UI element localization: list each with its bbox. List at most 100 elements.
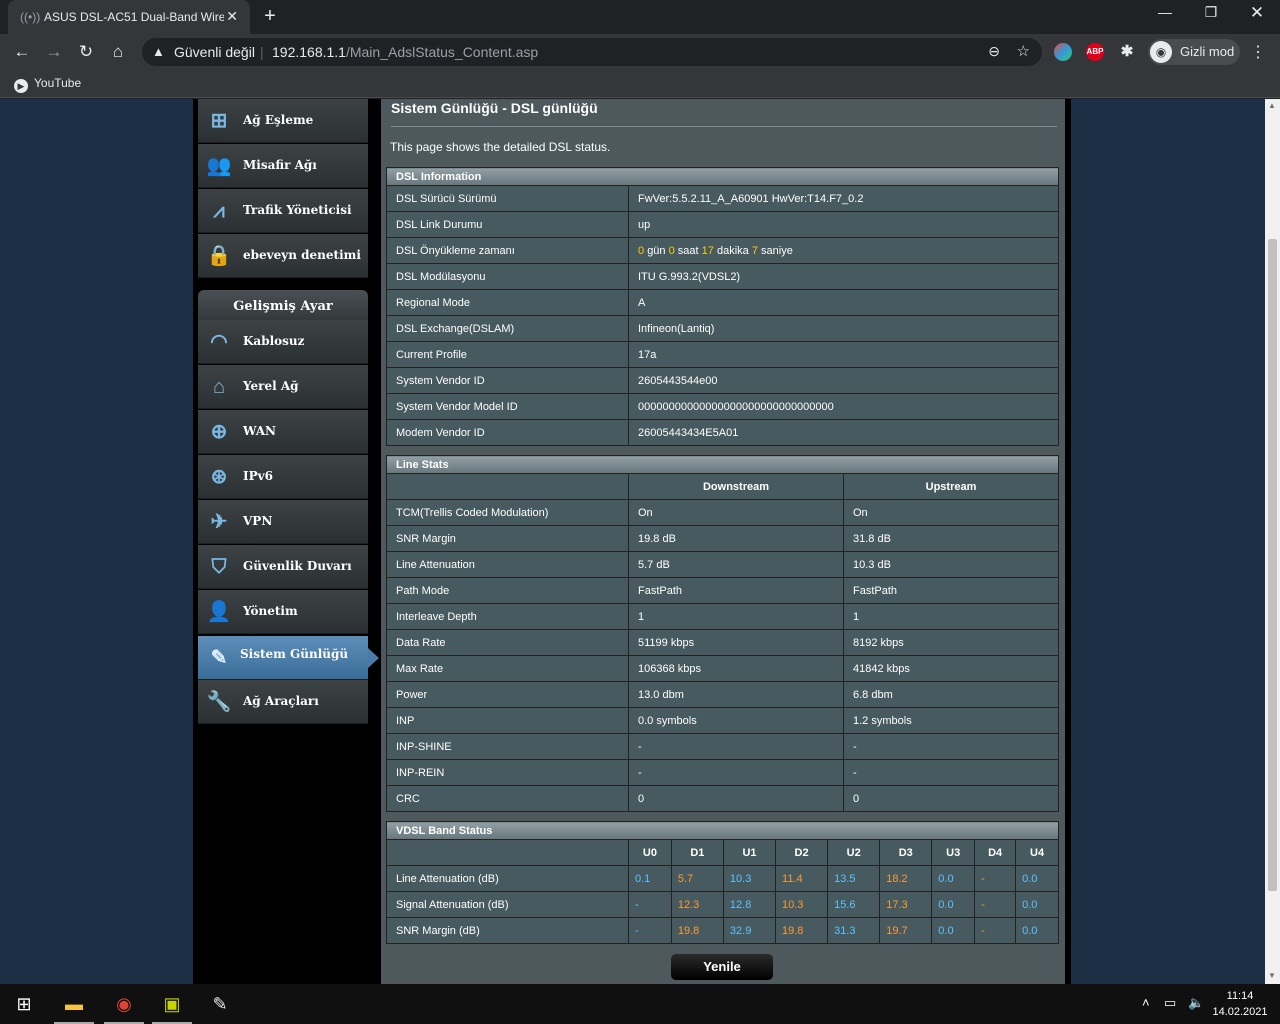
bookmark-star-icon[interactable]: ☆ [1017,42,1030,60]
sidebar-item-wan[interactable]: ⊕ WAN [198,410,368,454]
url-text[interactable]: 192.168.1.1/Main_AdslStatus_Content.asp [272,44,538,60]
ipv6-icon: ⊛ [210,466,228,488]
sidebar-item-wireless[interactable]: ◠ Kablosuz [198,320,368,364]
scroll-up-icon[interactable]: ▲ [1268,101,1276,110]
zoom-icon[interactable]: ⊖ [988,43,1000,60]
sidebar-item-system-log[interactable]: ✎ Sistem Günlüğü [198,636,379,680]
column-header: D3 [879,839,933,866]
table-row: INP 0.0 symbols 1.2 symbols [386,707,1059,734]
band-value: 18.2 [879,865,933,892]
sidebar-item-firewall[interactable]: ⛉ Güvenlik Duvarı [198,545,368,589]
dsl-info-table: DSL Information DSL Sürücü Sürümü FwVer:5… [386,167,1059,446]
sidebar-item-vpn[interactable]: ✈ VPN [198,500,368,544]
close-tab-icon[interactable]: ✕ [226,8,238,25]
downstream-value: 5.7 dB [628,551,844,578]
band-value: - [974,917,1017,944]
sidebar-item-network-tools[interactable]: 🔧 Ağ Araçları [198,680,368,724]
section-header: VDSL Band Status [386,821,1059,840]
minimize-icon[interactable]: — [1150,4,1180,20]
sidebar-item-lan[interactable]: ⌂ Yerel Ağ [198,365,368,409]
divider [391,126,1057,127]
close-window-icon[interactable]: ✕ [1242,3,1272,23]
warning-icon[interactable]: ▲ [152,44,165,59]
sidebar-item-parental-control[interactable]: 🔒 ebeveyn denetimi [198,234,368,278]
band-value: 0.1 [628,865,672,892]
band-value: 17.3 [879,891,933,918]
band-value: 0.0 [931,865,976,892]
uptime-hours-unit: saat [677,244,699,257]
scroll-down-icon[interactable]: ▼ [1268,971,1276,980]
url-host: 192.168.1.1 [272,44,346,60]
security-status[interactable]: Güvenli değil [174,44,255,60]
reload-icon[interactable]: ↻ [76,42,96,62]
column-header: D2 [775,839,829,866]
upstream-value: - [843,733,1059,760]
chrome-menu-icon[interactable]: ⋮ [1250,42,1266,62]
new-tab-button[interactable]: + [260,6,280,26]
band-value: 19.8 [670,917,724,944]
band-value: 19.8 [775,917,829,944]
lan-icon: ⌂ [212,376,226,398]
sidebar-item-traffic-manager[interactable]: ⩘ Trafik Yöneticisi [198,189,368,233]
extensions-puzzle-icon[interactable]: ✱ [1118,43,1136,61]
table-row: SNR Margin 19.8 dB 31.8 dB [386,525,1059,552]
forward-icon[interactable]: → [44,42,64,62]
scrollbar-thumb[interactable] [1268,239,1277,891]
row-label: Line Attenuation [386,551,629,578]
section-header: Line Stats [386,455,1059,474]
browser-tab[interactable]: ((•)) ASUS DSL-AC51 Dual-Band Wirel ✕ [8,0,250,34]
sidebar-item-ipv6[interactable]: ⊛ IPv6 [198,455,368,499]
page-scrollbar[interactable]: ▲ ▼ [1265,99,1280,984]
restore-icon[interactable]: ❐ [1196,4,1226,21]
uptime-value: 0 gün 0 saat 17 dakika 7 saniye [628,237,1059,264]
sidebar-item-label: Trafik Yöneticisi [243,203,352,217]
downstream-value: On [628,499,844,526]
band-value: - [974,865,1017,892]
downstream-value: FastPath [628,577,844,604]
table-row: Signal Attenuation (dB) - 12.3 12.8 10.3… [386,891,1059,918]
uptime-hours: 0 [668,244,675,257]
table-row: Regional Mode A [386,289,1059,316]
address-bar[interactable]: ▲ Güvenli değil | 192.168.1.1/Main_AdslS… [142,38,1042,66]
row-label: DSL Önyükleme zamanı [386,237,629,264]
table-row: CRC 0 0 [386,785,1059,812]
column-header: U1 [722,839,777,866]
volume-icon[interactable]: 🔈 [1188,995,1204,1011]
tray-expand-icon[interactable]: ˄ [1142,995,1150,1010]
downstream-value: 1 [628,603,844,630]
tab-strip: ((•)) ASUS DSL-AC51 Dual-Band Wirel ✕ + … [0,0,1280,34]
router-favicon-icon: ((•)) [20,10,41,24]
back-icon[interactable]: ← [12,42,32,62]
band-value: 0.0 [931,917,976,944]
file-explorer-icon[interactable]: ▬ [50,984,98,1024]
paint-icon[interactable]: ✎ [196,984,244,1024]
adblock-plus-icon[interactable]: ABP [1086,43,1104,61]
windows-start-icon[interactable]: ⊞ [0,984,48,1024]
taskbar-clock[interactable]: 11:14 14.02.2021 [1210,988,1270,1020]
incognito-badge[interactable]: ◉ Gizli mod [1148,39,1240,65]
extension-color-icon[interactable] [1054,43,1072,61]
row-label: Power [386,681,629,708]
downstream-value: - [628,759,844,786]
sidebar-item-guest-network[interactable]: 👥 Misafir Ağı [198,144,368,188]
sidebar-item-label: Ağ Araçları [243,694,319,708]
url-path: /Main_AdslStatus_Content.asp [345,44,539,60]
chrome-icon[interactable]: ◉ [100,984,148,1024]
home-icon[interactable]: ⌂ [108,42,128,62]
row-label: Current Profile [386,341,629,368]
bookmark-youtube[interactable]: ▶ YouTube [14,76,81,93]
blank-cell [386,473,629,500]
uptime-days: 0 [638,244,645,257]
clock-time: 11:14 [1226,990,1254,1002]
row-label: DSL Modülasyonu [386,263,629,290]
sidebar-item-administration[interactable]: 👤 Yönetim [198,590,368,634]
app-icon[interactable]: ▣ [148,984,196,1024]
sidebar-item-network-map[interactable]: ⊞ Ağ Eşleme [198,99,368,143]
network-icon[interactable]: ▭ [1164,995,1176,1011]
table-row: System Vendor ID 2605443544e00 [386,367,1059,394]
sidebar-item-label: Kablosuz [243,334,305,348]
refresh-button[interactable]: Yenile [670,953,774,981]
uptime-seconds-unit: saniye [761,244,793,257]
downstream-value: 51199 kbps [628,629,844,656]
row-label: INP-REIN [386,759,629,786]
